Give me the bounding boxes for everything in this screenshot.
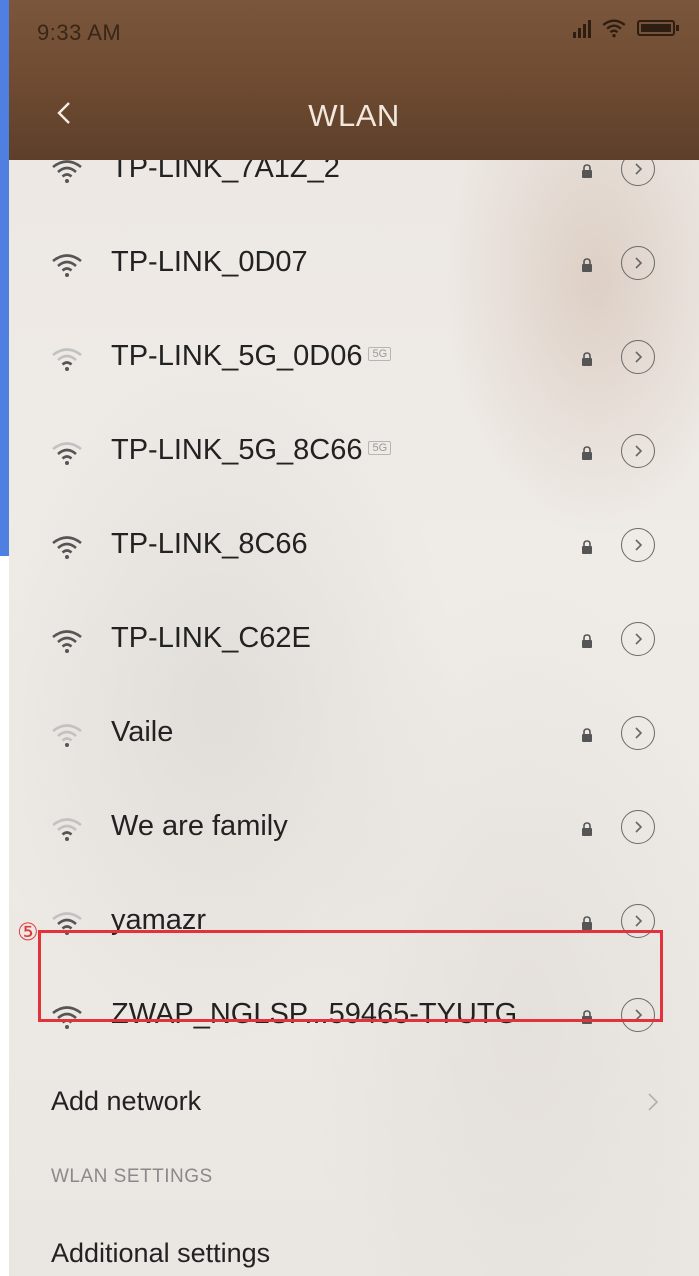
network-detail-button[interactable] bbox=[621, 622, 655, 656]
wifi-signal-icon bbox=[52, 536, 82, 559]
chevron-right-icon bbox=[635, 163, 643, 175]
lock-icon bbox=[582, 728, 592, 742]
wifi-signal-icon bbox=[52, 630, 82, 653]
lock-icon bbox=[582, 916, 592, 930]
lock-icon bbox=[582, 258, 592, 272]
network-detail-button[interactable] bbox=[621, 340, 655, 374]
wifi-signal-icon bbox=[52, 724, 82, 747]
chevron-right-icon bbox=[635, 727, 643, 739]
left-accent-strip bbox=[0, 0, 9, 556]
status-time: 9:33 AM bbox=[37, 20, 122, 45]
header-bar: 9:33 AM WLAN bbox=[9, 0, 699, 160]
network-name: Vaile bbox=[111, 716, 174, 748]
network-detail-button[interactable] bbox=[621, 810, 655, 844]
network-row[interactable]: We are family bbox=[9, 786, 699, 880]
add-network-label: Add network bbox=[51, 1086, 202, 1116]
chevron-right-icon bbox=[648, 1093, 659, 1111]
lock-icon bbox=[582, 822, 592, 836]
network-name-wrap: TP-LINK_5G_8C66 5G bbox=[111, 434, 392, 467]
network-name-wrap: TP-LINK_5G_0D06 5G bbox=[111, 340, 392, 373]
network-name: TP-LINK_5G_8C66 bbox=[111, 434, 363, 466]
wifi-signal-icon bbox=[52, 442, 82, 465]
network-detail-button[interactable] bbox=[621, 716, 655, 750]
network-row[interactable]: TP-LINK_C62E bbox=[9, 598, 699, 692]
network-name: TP-LINK_0D07 bbox=[111, 246, 308, 278]
chevron-right-icon bbox=[635, 633, 643, 645]
network-list[interactable]: TP-LINK_7A1Z_2 TP-LINK_0D07 TP-LINK_5G_0… bbox=[9, 0, 699, 1276]
lock-icon bbox=[582, 540, 592, 554]
page-title: WLAN bbox=[308, 98, 400, 133]
network-name: TP-LINK_C62E bbox=[111, 622, 311, 654]
band-badge: 5G bbox=[368, 441, 392, 456]
chevron-right-icon bbox=[635, 539, 643, 551]
network-row[interactable]: TP-LINK_8C66 bbox=[9, 504, 699, 598]
network-name: We are family bbox=[111, 810, 288, 842]
battery-icon bbox=[637, 20, 679, 36]
lock-icon bbox=[582, 164, 592, 178]
wifi-signal-icon bbox=[52, 818, 82, 841]
status-icons bbox=[573, 18, 679, 38]
section-header: WLAN SETTINGS bbox=[51, 1166, 213, 1187]
chevron-right-icon bbox=[635, 351, 643, 363]
lock-icon bbox=[582, 634, 592, 648]
wifi-signal-icon bbox=[52, 160, 82, 183]
network-row[interactable]: TP-LINK_5G_8C66 5G bbox=[9, 410, 699, 504]
chevron-right-icon bbox=[635, 445, 643, 457]
network-name: TP-LINK_5G_0D06 bbox=[111, 340, 363, 372]
wifi-signal-icon bbox=[52, 254, 82, 277]
network-detail-button[interactable] bbox=[621, 434, 655, 468]
network-detail-button[interactable] bbox=[621, 246, 655, 280]
phone-screen: TP-LINK_7A1Z_2 TP-LINK_0D07 TP-LINK_5G_0… bbox=[9, 0, 699, 1276]
wifi-signal-icon bbox=[52, 348, 82, 371]
lock-icon bbox=[582, 352, 592, 366]
band-badge: 5G bbox=[368, 347, 392, 362]
network-row[interactable]: TP-LINK_5G_0D06 5G bbox=[9, 316, 699, 410]
chevron-right-icon bbox=[635, 821, 643, 833]
additional-settings-row[interactable]: Additional settings bbox=[51, 1238, 270, 1269]
add-network-row[interactable]: Add network bbox=[51, 1086, 201, 1117]
lock-icon bbox=[582, 446, 592, 460]
additional-settings-label: Additional settings bbox=[51, 1238, 271, 1268]
network-name: TP-LINK_8C66 bbox=[111, 528, 308, 560]
network-row[interactable]: Vaile bbox=[9, 692, 699, 786]
signal-icon bbox=[573, 18, 591, 38]
wifi-icon bbox=[602, 19, 626, 38]
network-detail-button[interactable] bbox=[621, 528, 655, 562]
highlight-box bbox=[38, 930, 663, 1022]
network-row[interactable]: TP-LINK_0D07 bbox=[9, 222, 699, 316]
step-annotation-marker: ⑤ bbox=[17, 918, 39, 946]
chevron-right-icon bbox=[635, 257, 643, 269]
chevron-right-icon bbox=[635, 915, 643, 927]
